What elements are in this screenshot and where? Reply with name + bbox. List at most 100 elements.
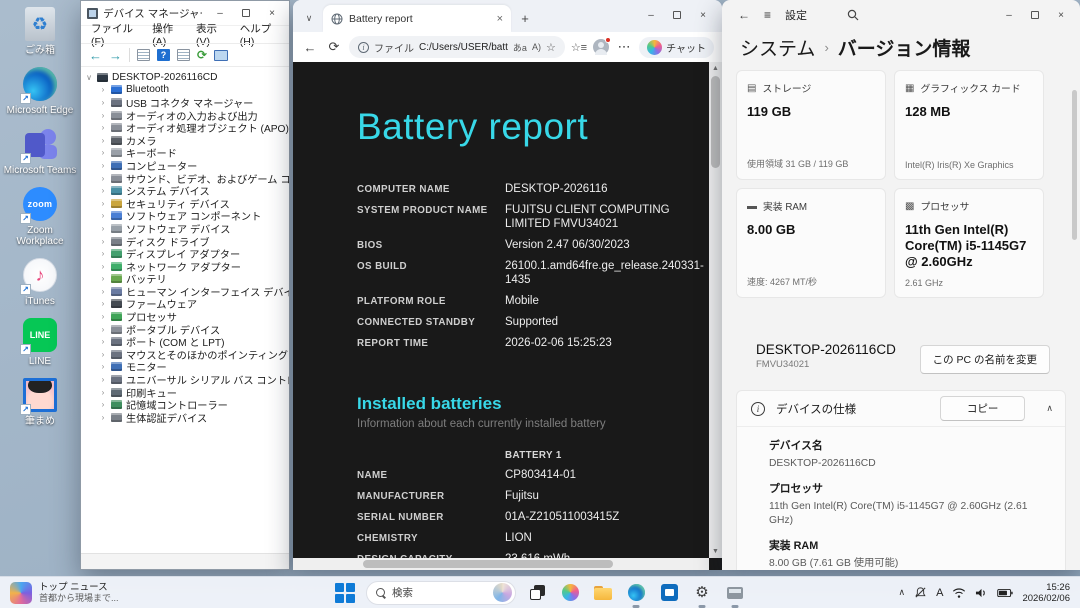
update-driver-icon[interactable] — [214, 50, 228, 61]
address-bar[interactable]: i ファイル C:/Users/USER/battery... あa A) ☆ — [349, 36, 565, 58]
minimize-button[interactable]: – — [207, 4, 233, 22]
expand-chevron-icon[interactable]: › — [99, 413, 107, 422]
scan-hardware-icon[interactable]: ⟳ — [197, 49, 207, 61]
back-icon[interactable]: ← — [89, 49, 102, 62]
expand-chevron-icon[interactable]: › — [99, 362, 107, 371]
clock[interactable]: 15:26 2026/02/06 — [1022, 582, 1070, 604]
expand-chevron-icon[interactable]: › — [99, 111, 107, 120]
new-tab-button[interactable]: + — [515, 8, 535, 28]
back-icon[interactable]: ← — [738, 8, 750, 22]
device-tree-item[interactable]: › ファームウェア — [85, 298, 289, 311]
desktop-icon-edge[interactable]: ↗ Microsoft Edge — [2, 66, 78, 116]
search-icon[interactable] — [847, 9, 859, 21]
start-button[interactable] — [333, 581, 357, 605]
copy-button[interactable]: コピー — [940, 396, 1026, 421]
expand-chevron-icon[interactable]: › — [99, 199, 107, 208]
device-spec-header[interactable]: i デバイスの仕様 コピー ∧ — [737, 391, 1065, 427]
expand-chevron-icon[interactable]: › — [99, 400, 107, 409]
horizontal-scrollbar[interactable] — [293, 558, 709, 570]
vertical-scrollbar[interactable]: ▲ ▼ — [709, 62, 722, 558]
ime-indicator[interactable]: A — [936, 587, 943, 599]
expand-chevron-icon[interactable]: › — [99, 375, 107, 384]
device-tree-item[interactable]: › マウスとそのほかのポインティング デバイス — [85, 348, 289, 361]
expand-chevron-icon[interactable]: › — [99, 174, 107, 183]
favorite-star-icon[interactable]: ☆ — [546, 41, 556, 54]
task-view-button[interactable] — [525, 581, 549, 605]
desktop-icon-recycle-bin[interactable]: ♻ ごみ箱 — [2, 6, 78, 56]
expand-chevron-icon[interactable]: › — [99, 85, 107, 94]
collapse-chevron-icon[interactable]: ∨ — [85, 73, 93, 82]
expand-chevron-icon[interactable]: › — [99, 287, 107, 296]
device-tree-root[interactable]: ∨ DESKTOP-2026116CD — [85, 71, 289, 84]
properties-icon[interactable] — [177, 49, 190, 61]
scrollbar-thumb[interactable] — [363, 560, 613, 568]
hamburger-menu-icon[interactable]: ≡ — [764, 8, 771, 22]
expand-chevron-icon[interactable]: › — [99, 148, 107, 157]
forward-icon[interactable]: → — [109, 49, 122, 62]
widgets-button[interactable]: トップ ニュース 首都から現場まで... — [0, 577, 129, 608]
file-explorer-button[interactable] — [591, 581, 615, 605]
translate-icon[interactable]: あa — [513, 41, 527, 54]
expand-chevron-icon[interactable]: › — [99, 312, 107, 321]
close-button[interactable]: × — [690, 6, 716, 24]
favorites-hub-icon[interactable]: ☆≡ — [571, 41, 587, 54]
desktop-icon-itunes[interactable]: ♪↗ iTunes — [2, 257, 78, 307]
settings-scrollbar[interactable] — [1072, 90, 1077, 240]
chevron-up-icon[interactable]: ∧ — [1046, 403, 1053, 414]
scroll-up-arrow[interactable]: ▲ — [709, 62, 722, 75]
desktop-icon-zoom[interactable]: zoom↗ Zoom Workplace — [2, 186, 78, 247]
page-info-icon[interactable]: i — [358, 42, 369, 53]
rename-pc-button[interactable]: この PC の名前を変更 — [920, 345, 1050, 374]
expand-chevron-icon[interactable]: › — [99, 274, 107, 283]
edge-button[interactable] — [624, 581, 648, 605]
expand-chevron-icon[interactable]: › — [99, 211, 107, 220]
store-button[interactable] — [657, 581, 681, 605]
expand-chevron-icon[interactable]: › — [99, 249, 107, 258]
notifications-off-icon[interactable] — [914, 586, 927, 599]
expand-chevron-icon[interactable]: › — [99, 186, 107, 195]
device-tree-item[interactable]: › ネットワーク アダプター — [85, 260, 289, 273]
breadcrumb-parent[interactable]: システム — [740, 34, 815, 61]
browser-tab[interactable]: Battery report × — [323, 5, 511, 32]
close-button[interactable]: × — [259, 4, 285, 22]
device-tree-item[interactable]: › 生体認証デバイス — [85, 411, 289, 424]
device-tree-item[interactable]: › オーディオ処理オブジェクト (APO) — [85, 121, 289, 134]
tray-overflow-chevron-icon[interactable]: ∧ — [899, 587, 906, 598]
volume-icon[interactable] — [975, 587, 988, 599]
more-menu-icon[interactable]: ⋯ — [615, 39, 633, 55]
settings-button[interactable]: ⚙ — [690, 581, 714, 605]
device-manager-button[interactable] — [723, 581, 747, 605]
maximize-button[interactable] — [664, 6, 690, 24]
maximize-button[interactable] — [233, 4, 259, 22]
desktop-icon-teams[interactable]: ↗ Microsoft Teams — [2, 126, 78, 176]
tab-search-chevron-icon[interactable]: ∨ — [299, 8, 319, 28]
help-icon[interactable]: ? — [157, 49, 170, 61]
battery-icon[interactable] — [997, 588, 1013, 598]
device-tree-item[interactable]: › ユニバーサル シリアル バス コントローラー — [85, 373, 289, 386]
url-text[interactable]: C:/Users/USER/battery... — [419, 42, 508, 53]
expand-chevron-icon[interactable]: › — [99, 123, 107, 132]
expand-chevron-icon[interactable]: › — [99, 237, 107, 246]
minimize-button[interactable]: – — [638, 6, 664, 24]
expand-chevron-icon[interactable]: › — [99, 325, 107, 334]
minimize-button[interactable]: – — [996, 6, 1022, 24]
expand-chevron-icon[interactable]: › — [99, 299, 107, 308]
expand-chevron-icon[interactable]: › — [99, 98, 107, 107]
copilot-button[interactable] — [558, 581, 582, 605]
maximize-button[interactable] — [1022, 6, 1048, 24]
device-tree-item[interactable]: › カメラ — [85, 134, 289, 147]
expand-chevron-icon[interactable]: › — [99, 350, 107, 359]
expand-chevron-icon[interactable]: › — [99, 224, 107, 233]
expand-chevron-icon[interactable]: › — [99, 262, 107, 271]
scroll-down-arrow[interactable]: ▼ — [709, 545, 722, 558]
copilot-chat-button[interactable]: チャット — [639, 37, 714, 58]
desktop-icon-fudemame[interactable]: ↗ 筆まめ — [2, 377, 78, 427]
wifi-icon[interactable] — [952, 587, 966, 599]
back-icon[interactable]: ← — [301, 40, 319, 55]
desktop-icon-line[interactable]: LINE↗ LINE — [2, 317, 78, 367]
taskbar-search[interactable]: 検索 — [366, 581, 516, 605]
search-daily-image[interactable] — [493, 583, 512, 602]
expand-chevron-icon[interactable]: › — [99, 161, 107, 170]
refresh-icon[interactable]: ⟳ — [325, 39, 343, 55]
profile-avatar[interactable] — [593, 39, 609, 55]
